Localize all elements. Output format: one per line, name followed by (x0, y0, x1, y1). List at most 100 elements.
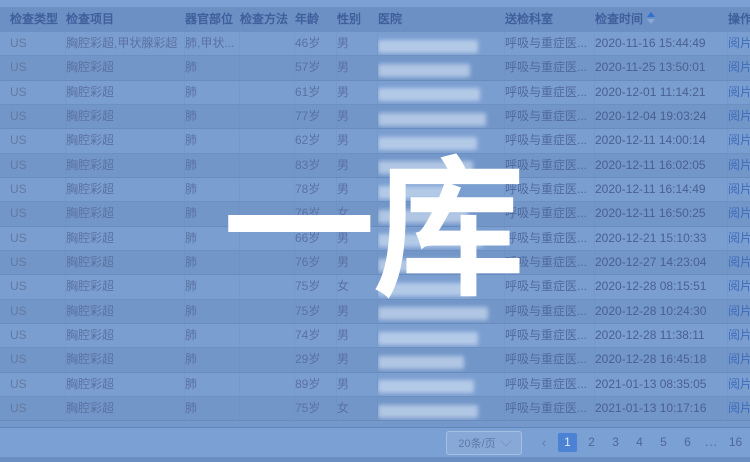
view-images-link[interactable]: 阅片 (728, 206, 750, 220)
view-images-link[interactable]: 阅片 (728, 60, 750, 74)
pager-page-5[interactable]: 5 (654, 433, 673, 452)
view-images-link[interactable]: 阅片 (728, 352, 750, 366)
cell-method (240, 397, 295, 420)
pager-page-6[interactable]: 6 (678, 433, 697, 452)
cell-check-item: 胸腔彩超 (66, 251, 185, 274)
cell-age: 75岁 (295, 275, 337, 298)
cell-method (240, 275, 295, 298)
cell-hospital (378, 105, 505, 128)
cell-sex: 男 (337, 32, 378, 55)
cell-organ: 肺 (185, 324, 240, 347)
cell-age: 89岁 (295, 373, 337, 396)
cell-check-time: 2020-12-01 11:14:21 (595, 81, 728, 104)
cell-check-time: 2020-12-11 16:02:05 (595, 154, 728, 177)
col-header-check-type: 检查类型 (10, 7, 66, 32)
cell-check-type: US (10, 251, 66, 274)
cell-check-type: US (10, 397, 66, 420)
pagination-bar: 20条/页 ‹ 123456... 16 (0, 428, 750, 457)
cell-department: 呼吸与重症医... (505, 373, 595, 396)
cell-organ: 肺 (185, 300, 240, 323)
hospital-redaction-blur (378, 234, 483, 247)
cell-sex: 男 (337, 56, 378, 79)
pager-page-4[interactable]: 4 (630, 433, 649, 452)
table-header-row: 检查类型 检查项目 器官部位 检查方法 年龄 性别 医院 送检科室 检查时间 操… (0, 7, 750, 32)
view-images-link[interactable]: 阅片 (728, 85, 750, 99)
hospital-redaction-blur (378, 380, 474, 393)
cell-department: 呼吸与重症医... (505, 300, 595, 323)
col-header-method: 检查方法 (240, 7, 295, 32)
view-images-link[interactable]: 阅片 (728, 401, 750, 415)
table-row: US 胸腔彩超 肺 75岁 男 呼吸与重症医... 2020-12-28 10:… (0, 300, 750, 324)
cell-check-item: 胸腔彩超 (66, 154, 185, 177)
cell-check-type: US (10, 227, 66, 250)
cell-check-time: 2020-12-11 16:50:25 (595, 202, 728, 225)
cell-sex: 男 (337, 251, 378, 274)
cell-hospital (378, 154, 505, 177)
table-row: US 胸腔彩超 肺 89岁 男 呼吸与重症医... 2021-01-13 08:… (0, 373, 750, 397)
hospital-redaction-blur (378, 356, 464, 369)
pager-page-16[interactable]: 16 (726, 433, 745, 452)
cell-check-type: US (10, 373, 66, 396)
cell-check-item: 胸腔彩超 (66, 178, 185, 201)
cell-organ: 肺 (185, 227, 240, 250)
cell-age: 83岁 (295, 154, 337, 177)
cell-organ: 肺 (185, 154, 240, 177)
cell-method (240, 373, 295, 396)
view-images-link[interactable]: 阅片 (728, 133, 750, 147)
pager-page-2[interactable]: 2 (582, 433, 601, 452)
sort-caret-down-icon[interactable] (647, 19, 655, 24)
top-strip (0, 0, 750, 7)
cell-method (240, 202, 295, 225)
cell-organ: 肺 (185, 129, 240, 152)
cell-age: 76岁 (295, 202, 337, 225)
sort-caret-icon[interactable] (647, 12, 655, 26)
table-row: US 胸腔彩超 肺 77岁 男 呼吸与重症医... 2020-12-04 19:… (0, 105, 750, 129)
cell-hospital (378, 32, 505, 55)
cell-hospital (378, 324, 505, 347)
cell-check-time: 2020-12-28 08:15:51 (595, 275, 728, 298)
cell-organ: 肺 (185, 56, 240, 79)
cell-check-time: 2020-12-11 16:14:49 (595, 178, 728, 201)
cell-hospital (378, 129, 505, 152)
table-row: US 胸腔彩超 肺 61岁 男 呼吸与重症医... 2020-12-01 11:… (0, 81, 750, 105)
cell-check-type: US (10, 324, 66, 347)
pager-page-3[interactable]: 3 (606, 433, 625, 452)
cell-method (240, 32, 295, 55)
pager-page-1[interactable]: 1 (558, 433, 577, 452)
cell-method (240, 105, 295, 128)
view-images-link[interactable]: 阅片 (728, 182, 750, 196)
chevron-down-icon (500, 435, 511, 446)
cell-check-time: 2020-12-11 14:00:14 (595, 129, 728, 152)
view-images-link[interactable]: 阅片 (728, 158, 750, 172)
view-images-link[interactable]: 阅片 (728, 328, 750, 342)
cell-check-item: 胸腔彩超 (66, 397, 185, 420)
cell-department: 呼吸与重症医... (505, 348, 595, 371)
hospital-redaction-blur (378, 161, 473, 174)
view-images-link[interactable]: 阅片 (728, 109, 750, 123)
cell-age: 77岁 (295, 105, 337, 128)
view-images-link[interactable]: 阅片 (728, 36, 750, 50)
prev-page-button[interactable]: ‹ (535, 433, 553, 452)
page-size-select[interactable]: 20条/页 (446, 431, 522, 455)
view-images-link[interactable]: 阅片 (728, 304, 750, 318)
sort-caret-up-icon[interactable] (647, 12, 655, 17)
cell-age: 57岁 (295, 56, 337, 79)
cell-check-item: 胸腔彩超 (66, 81, 185, 104)
col-header-check-time[interactable]: 检查时间 (595, 7, 728, 32)
cell-sex: 男 (337, 105, 378, 128)
view-images-link[interactable]: 阅片 (728, 377, 750, 391)
view-images-link[interactable]: 阅片 (728, 231, 750, 245)
cell-method (240, 324, 295, 347)
hospital-redaction-blur (378, 40, 478, 53)
cell-sex: 女 (337, 397, 378, 420)
cell-department: 呼吸与重症医... (505, 178, 595, 201)
view-images-link[interactable]: 阅片 (728, 279, 750, 293)
view-images-link[interactable]: 阅片 (728, 255, 750, 269)
table-row: US 胸腔彩超 肺 66岁 男 呼吸与重症医... 2020-12-21 15:… (0, 227, 750, 251)
cell-check-item: 胸腔彩超,甲状腺彩超 (66, 32, 185, 55)
cell-age: 75岁 (295, 300, 337, 323)
cell-check-type: US (10, 105, 66, 128)
pager-ellipsis[interactable]: ... (702, 433, 721, 452)
hospital-redaction-blur (378, 186, 454, 199)
cell-method (240, 300, 295, 323)
